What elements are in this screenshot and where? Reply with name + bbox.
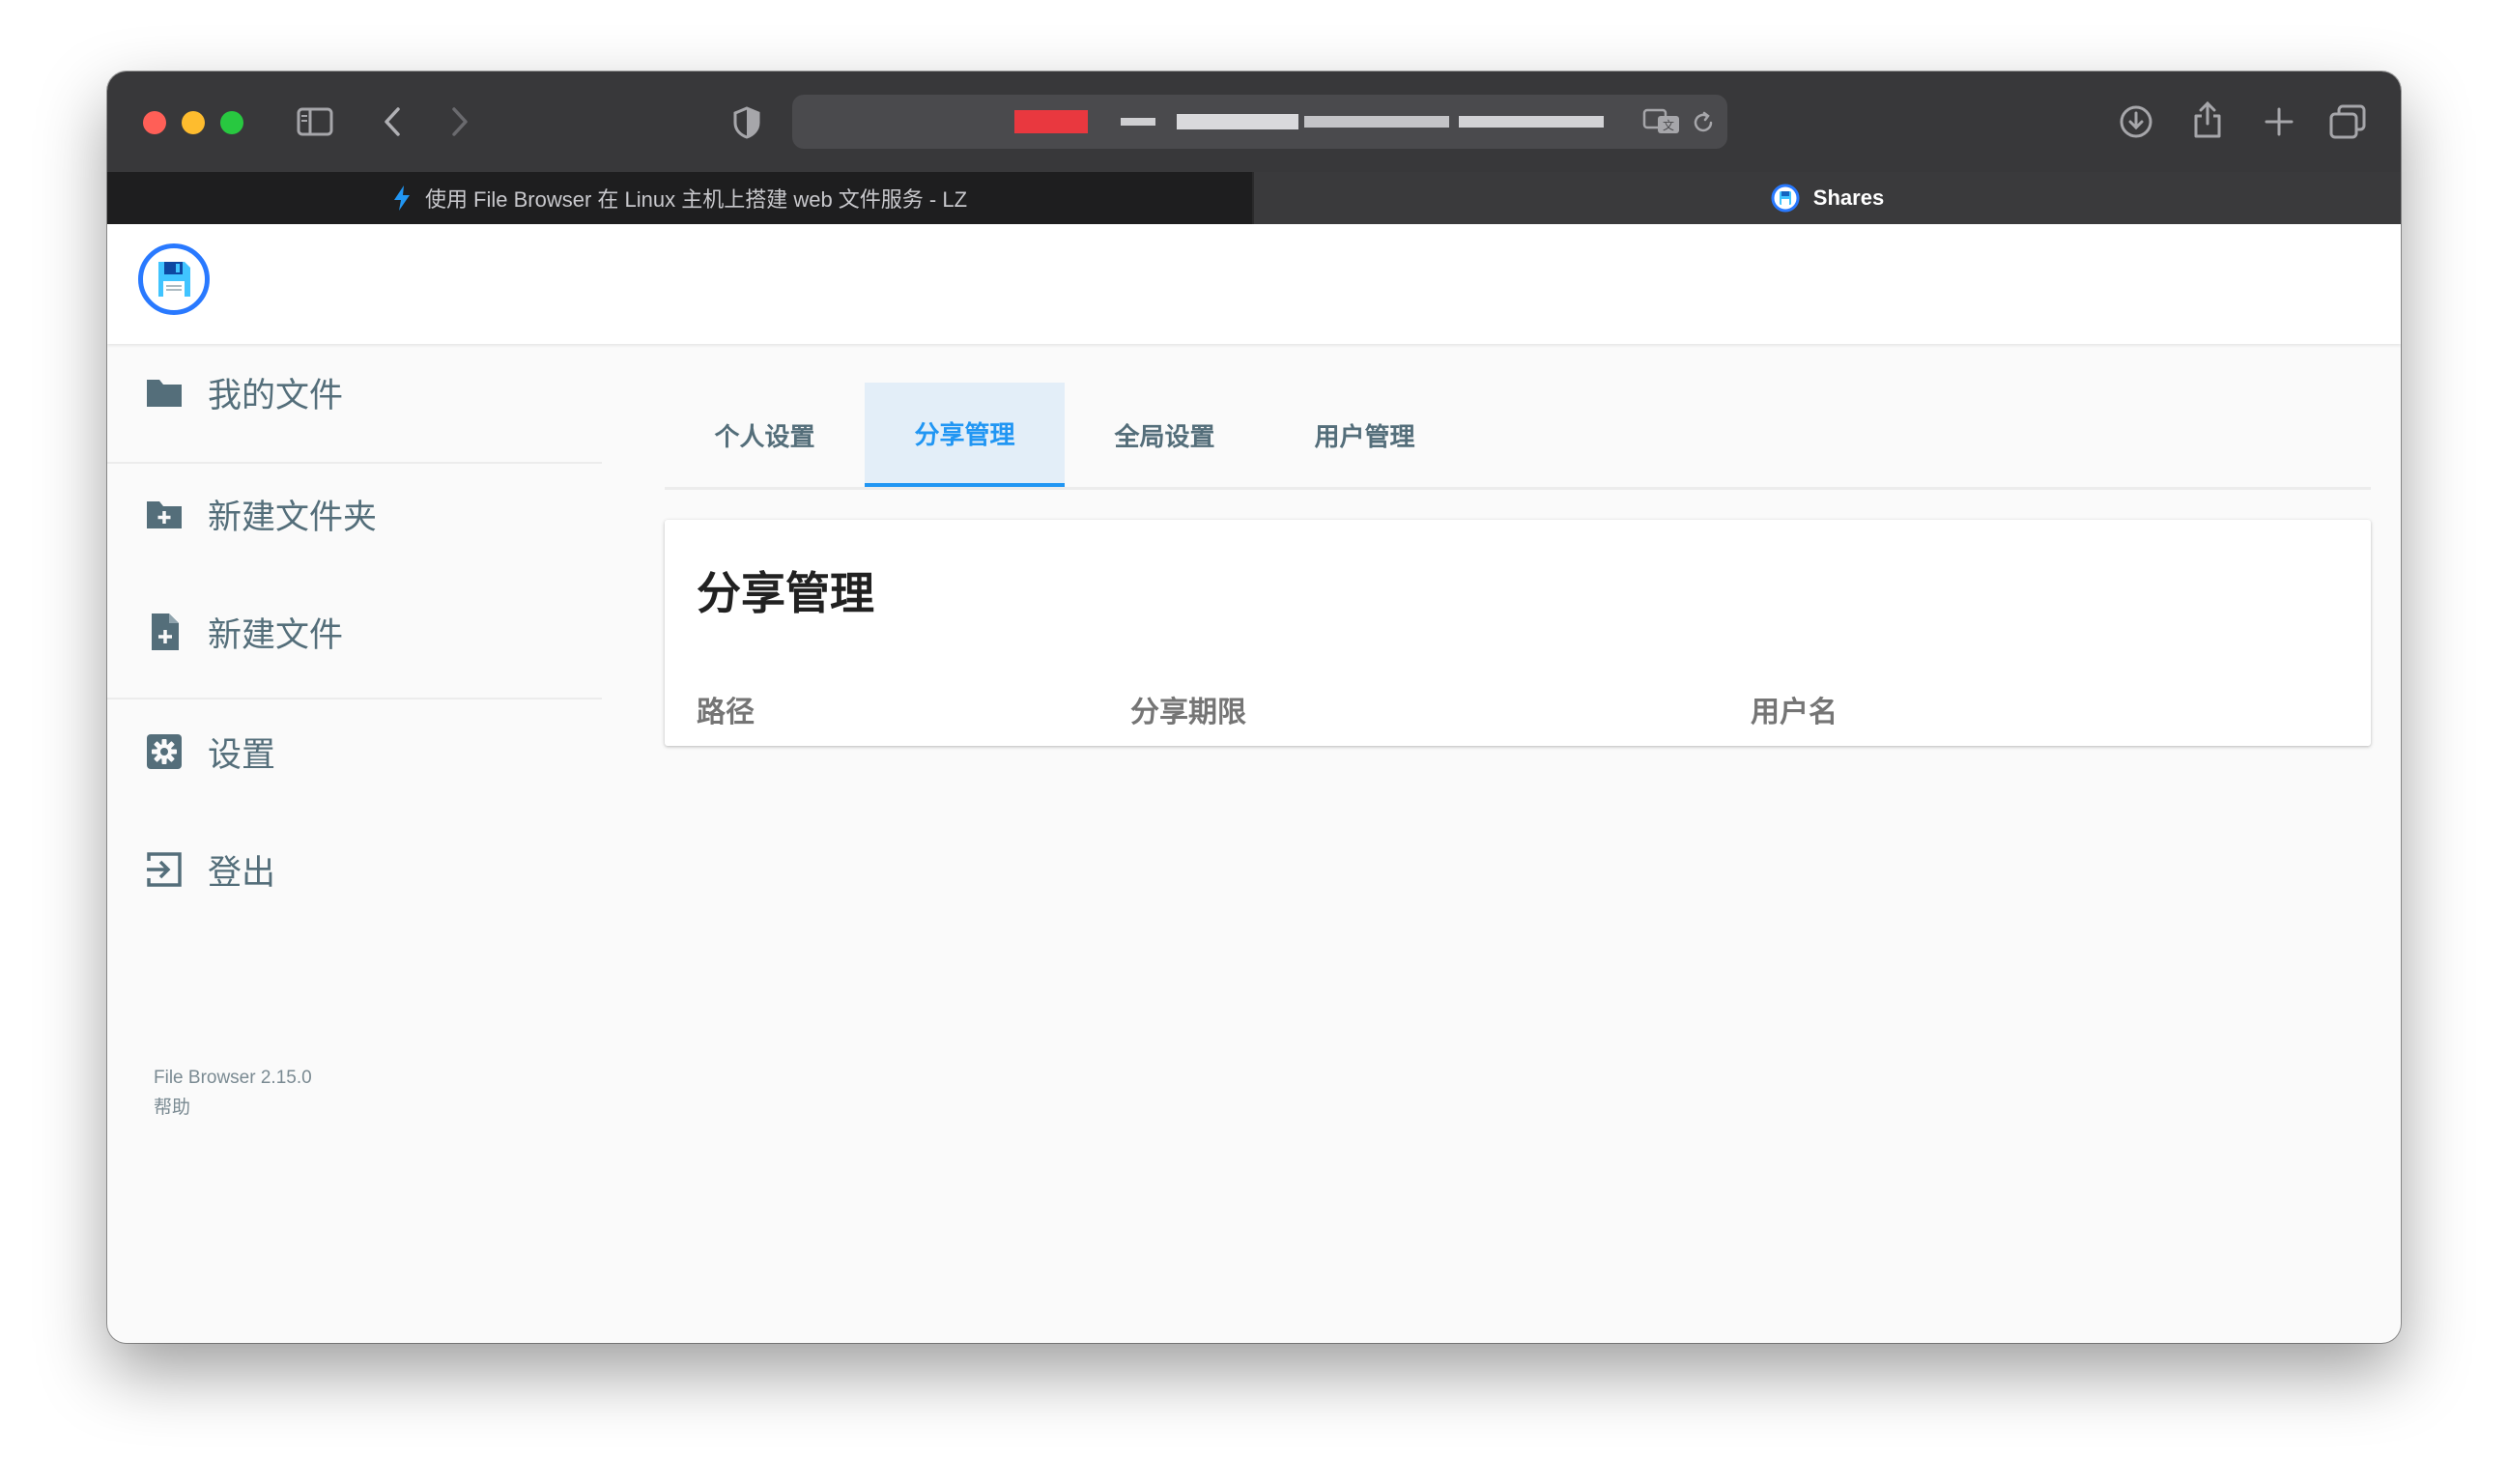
svg-text:文: 文 — [1663, 118, 1674, 132]
sidebar-item-logout[interactable]: 登出 — [107, 821, 602, 918]
tab-share-management[interactable]: 分享管理 — [865, 383, 1065, 487]
reload-icon[interactable] — [1691, 110, 1716, 135]
new-folder-icon — [147, 501, 182, 528]
share-icon[interactable] — [2192, 100, 2223, 139]
filebrowser-logo[interactable] — [138, 243, 210, 315]
address-bar[interactable]: 文 — [792, 95, 1727, 149]
sidebar-item-new-file[interactable]: 新建文件 — [107, 584, 602, 680]
settings-tabs: 个人设置 分享管理 全局设置 用户管理 — [665, 383, 2371, 490]
logout-icon — [147, 852, 182, 887]
browser-toolbar: 文 — [107, 71, 2401, 172]
sidebar-item-new-folder[interactable]: 新建文件夹 — [107, 466, 602, 562]
redacted-url-part — [1014, 110, 1088, 133]
sidebar-item-label: 新建文件夹 — [208, 498, 378, 536]
new-tab-icon[interactable] — [2264, 106, 2294, 137]
minimize-window-button[interactable] — [182, 111, 205, 134]
folder-icon — [147, 380, 182, 407]
tab-global-settings[interactable]: 全局设置 — [1065, 383, 1265, 487]
sidebar: 我的文件 新建文件夹 新建文件 设置 登出 File Browser 2.15.… — [107, 344, 602, 1213]
floppy-disk-icon — [158, 262, 190, 297]
translate-icon[interactable]: 文 — [1642, 108, 1681, 135]
tab-user-management[interactable]: 用户管理 — [1265, 383, 1465, 487]
tab-profile-settings[interactable]: 个人设置 — [665, 383, 865, 487]
back-icon[interactable] — [382, 106, 403, 137]
app-header — [107, 224, 2401, 344]
browser-tab-bar: 使用 File Browser 在 Linux 主机上搭建 web 文件服务 -… — [107, 172, 2401, 224]
new-file-icon — [152, 614, 179, 650]
close-window-button[interactable] — [143, 111, 166, 134]
redacted-url-part — [1459, 116, 1604, 128]
filebrowser-favicon-icon — [1771, 184, 1800, 213]
sidebar-item-label: 登出 — [208, 853, 276, 892]
zoom-window-button[interactable] — [220, 111, 243, 134]
forward-icon[interactable] — [449, 106, 470, 137]
tab-overview-icon[interactable] — [2329, 104, 2366, 139]
column-header-expiry: 分享期限 — [1130, 697, 1246, 728]
page-title: 分享管理 — [697, 568, 874, 618]
browser-window: 文 使用 File Browser 在 Linux 主机上搭建 web 文件服务… — [107, 71, 2401, 1343]
sidebar-item-label: 我的文件 — [208, 376, 344, 414]
shield-icon[interactable] — [732, 106, 761, 139]
version-text: File Browser 2.15.0 — [154, 1068, 312, 1088]
sidebar-item-label: 新建文件 — [208, 615, 344, 654]
sidebar-item-label: 设置 — [208, 735, 276, 774]
sidebar-item-my-files[interactable]: 我的文件 — [107, 344, 602, 441]
redacted-url-part — [1177, 114, 1298, 129]
redacted-url-part — [1304, 116, 1449, 128]
browser-tab-label: Shares — [1812, 186, 1885, 210]
column-header-path: 路径 — [697, 697, 755, 728]
sidebar-divider — [107, 462, 602, 464]
help-link[interactable]: 帮助 — [154, 1093, 190, 1119]
sidebar-toggle-icon[interactable] — [297, 106, 333, 137]
download-icon[interactable] — [2119, 104, 2153, 139]
shares-card: 分享管理 路径 分享期限 用户名 — [665, 520, 2371, 746]
settings-icon — [147, 734, 182, 769]
sidebar-item-settings[interactable]: 设置 — [107, 703, 602, 800]
redacted-url-part — [1121, 118, 1155, 126]
sidebar-divider — [107, 698, 602, 699]
browser-tab-label: 使用 File Browser 在 Linux 主机上搭建 web 文件服务 -… — [424, 187, 968, 212]
bolt-icon — [393, 186, 410, 211]
browser-tab-shares[interactable]: Shares — [1254, 172, 2401, 224]
column-header-username: 用户名 — [1751, 697, 1838, 728]
browser-tab-article[interactable]: 使用 File Browser 在 Linux 主机上搭建 web 文件服务 -… — [107, 172, 1252, 224]
